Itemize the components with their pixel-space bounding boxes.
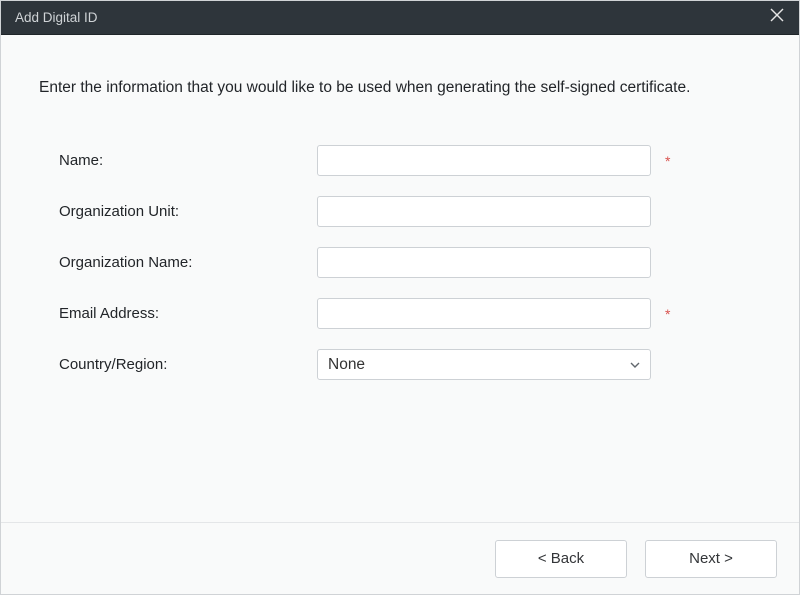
country-select-wrap: None — [317, 349, 651, 380]
form-row-email: Email Address: * — [59, 298, 761, 329]
close-icon — [770, 8, 784, 27]
dialog-title: Add Digital ID — [15, 10, 98, 25]
required-indicator: * — [665, 153, 670, 169]
form-row-org-name: Organization Name: — [59, 247, 761, 278]
back-button[interactable]: < Back — [495, 540, 627, 578]
email-label: Email Address: — [59, 305, 317, 322]
close-button[interactable] — [765, 6, 789, 30]
add-digital-id-dialog: Add Digital ID Enter the information tha… — [0, 0, 800, 595]
dialog-content: Enter the information that you would lik… — [1, 35, 799, 522]
org-name-input[interactable] — [317, 247, 651, 278]
org-unit-input[interactable] — [317, 196, 651, 227]
org-name-label: Organization Name: — [59, 254, 317, 271]
next-button[interactable]: Next > — [645, 540, 777, 578]
country-select[interactable]: None — [317, 349, 651, 380]
name-input[interactable] — [317, 145, 651, 176]
dialog-footer: < Back Next > — [1, 522, 799, 594]
name-label: Name: — [59, 152, 317, 169]
certificate-form: Name: * Organization Unit: Organization … — [39, 145, 761, 380]
form-row-name: Name: * — [59, 145, 761, 176]
country-label: Country/Region: — [59, 356, 317, 373]
form-row-org-unit: Organization Unit: — [59, 196, 761, 227]
instruction-text: Enter the information that you would lik… — [39, 79, 761, 97]
required-indicator: * — [665, 306, 670, 322]
org-unit-label: Organization Unit: — [59, 203, 317, 220]
email-input[interactable] — [317, 298, 651, 329]
form-row-country: Country/Region: None — [59, 349, 761, 380]
titlebar: Add Digital ID — [1, 1, 799, 35]
